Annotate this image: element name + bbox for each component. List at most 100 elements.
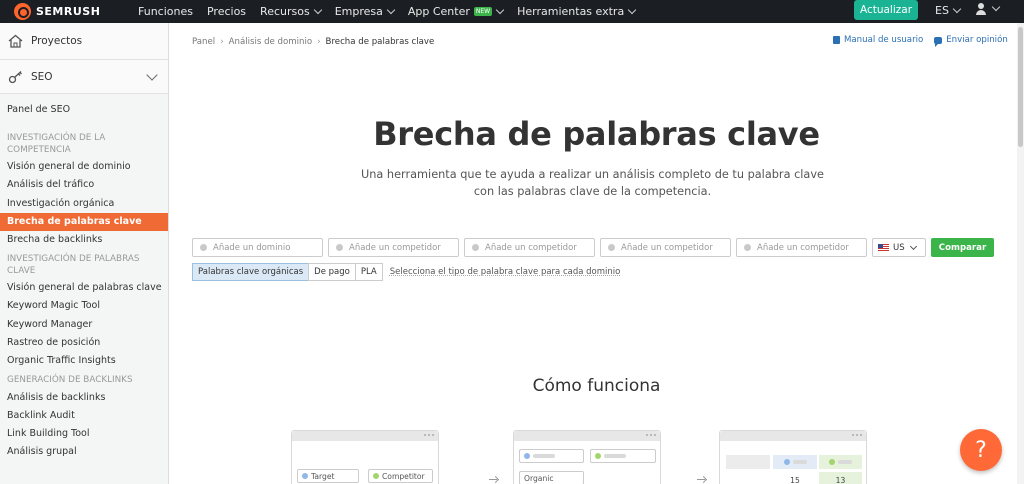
- sidebar-item-bulk-analysis[interactable]: Análisis grupal: [0, 443, 168, 461]
- sidebar-item-keyword-overview[interactable]: Visión general de palabras clave: [0, 279, 168, 297]
- sidebar-section-seo[interactable]: SEO: [0, 60, 168, 94]
- dot-icon: [524, 453, 530, 459]
- competitor-dot-icon: [472, 244, 479, 251]
- chevron-right-icon: ›: [220, 37, 224, 47]
- sidebar-item-backlink-audit[interactable]: Backlink Audit: [0, 407, 168, 425]
- nav-empresa[interactable]: Empresa: [334, 5, 396, 18]
- page-subtitle: Una herramienta que te ayuda a realizar …: [360, 168, 824, 198]
- sidebar-item-keyword-gap[interactable]: Brecha de palabras clave: [0, 212, 168, 231]
- upgrade-button[interactable]: Actualizar: [854, 0, 918, 20]
- send-feedback-link[interactable]: Enviar opinión: [934, 35, 1008, 47]
- competitor-input[interactable]: [621, 242, 730, 253]
- chevron-down-icon: [627, 5, 637, 14]
- sidebar-item-traffic-analytics[interactable]: Análisis del tráfico: [0, 176, 168, 194]
- competitor-dot-icon: [336, 244, 343, 251]
- home-icon: [8, 34, 23, 48]
- semrush-logo-icon: [14, 3, 31, 20]
- domain-dot-icon: [200, 244, 207, 251]
- illustration-organic-label: Organic: [524, 473, 554, 483]
- arrow-right-icon: [697, 477, 707, 483]
- user-manual-link[interactable]: Manual de usuario: [833, 35, 923, 45]
- competitor-input[interactable]: [349, 242, 458, 253]
- country-label: US: [893, 242, 905, 253]
- breadcrumb-item[interactable]: Análisis de dominio: [229, 37, 312, 47]
- competitor-input[interactable]: [485, 242, 594, 253]
- nav-herramientas-extra[interactable]: Herramientas extra: [517, 5, 637, 18]
- sidebar-item-organic-research[interactable]: Investigación orgánica: [0, 195, 168, 213]
- how-it-works-title: Cómo funciona: [532, 376, 661, 396]
- nav-precios[interactable]: Precios: [207, 5, 246, 18]
- nav-app-center[interactable]: App Center NEW: [408, 5, 505, 18]
- domain-form: US Comparar: [192, 238, 994, 257]
- sidebar-item-domain-overview[interactable]: Visión general de dominio: [0, 158, 168, 176]
- send-feedback-label: Enviar opinión: [946, 35, 1008, 45]
- nav-funciones-label: Funciones: [138, 5, 193, 18]
- sidebar-section-title: GENERACIÓN DE BACKLINKS: [7, 375, 133, 386]
- language-selector[interactable]: ES: [935, 4, 962, 17]
- illustration-card: 15 13: [719, 430, 867, 484]
- competitor-field[interactable]: [736, 238, 867, 257]
- keyword-type-pla[interactable]: PLA: [354, 263, 383, 281]
- keyword-type-organic[interactable]: Palabras clave orgánicas: [192, 263, 310, 281]
- sidebar-item-organic-traffic-insights[interactable]: Organic Traffic Insights: [0, 352, 168, 370]
- sidebar-item-backlink-analytics[interactable]: Análisis de backlinks: [0, 389, 168, 407]
- country-selector[interactable]: US: [872, 238, 926, 257]
- help-button[interactable]: ?: [960, 429, 1002, 471]
- new-badge: NEW: [473, 7, 493, 16]
- sidebar-item-backlink-gap[interactable]: Brecha de backlinks: [0, 231, 168, 249]
- illustration-cell-value: 15: [790, 476, 800, 484]
- user-icon: [976, 3, 986, 15]
- sidebar-section-title: INVESTIGACIÓN DE PALABRAS CLAVE: [7, 254, 140, 276]
- sidebar-item-projects[interactable]: Proyectos: [0, 23, 168, 60]
- dot-icon: [595, 453, 601, 459]
- competitor-field[interactable]: [600, 238, 731, 257]
- logo-text: SEMRUSH: [36, 5, 101, 18]
- illustration-card: Organic: [513, 430, 661, 484]
- competitor-input[interactable]: [757, 242, 866, 253]
- sidebar-seo-label: SEO: [31, 70, 53, 83]
- chevron-down-icon: [313, 5, 322, 14]
- chevron-down-icon: [952, 4, 962, 13]
- nav-recursos[interactable]: Recursos: [260, 5, 322, 18]
- competitor-dot-icon: [608, 244, 615, 251]
- illustration-organic-field: Organic: [519, 471, 584, 484]
- page-title: Brecha de palabras clave: [373, 115, 820, 153]
- chevron-down-icon: [495, 5, 505, 14]
- illustration-field: [590, 449, 656, 463]
- competitor-field[interactable]: [328, 238, 459, 257]
- chevron-down-icon[interactable]: [146, 69, 158, 81]
- illustration-competitor-label: Competitor: [382, 471, 425, 481]
- competitor-field[interactable]: [464, 238, 595, 257]
- compare-button[interactable]: Comparar: [931, 238, 994, 257]
- semrush-logo[interactable]: SEMRUSH: [14, 3, 124, 20]
- scrollbar-thumb[interactable]: [1018, 27, 1023, 147]
- top-nav: SEMRUSH Funciones Precios Recursos Empre…: [0, 0, 1024, 23]
- arrow-right-icon: [489, 477, 499, 483]
- nav-funciones[interactable]: Funciones: [138, 5, 193, 18]
- domain-field[interactable]: [192, 238, 323, 257]
- illustration-target-field: Target: [297, 469, 359, 483]
- nav-recursos-label: Recursos: [260, 5, 310, 18]
- domain-input[interactable]: [213, 242, 322, 253]
- sidebar-item-position-tracking[interactable]: Rastreo de posición: [0, 334, 168, 352]
- dot-icon: [373, 473, 379, 479]
- competitor-dot-icon: [744, 244, 751, 251]
- sidebar-item-projects-label: Proyectos: [31, 35, 83, 47]
- chevron-right-icon: ›: [317, 37, 321, 47]
- illustration-competitor-field: Competitor: [368, 469, 433, 483]
- sidebar: Proyectos SEO Panel de SEO INVESTIGACIÓN…: [0, 23, 169, 484]
- illustration-card: Target Competitor: [291, 430, 439, 484]
- nav-empresa-label: Empresa: [334, 5, 383, 18]
- breadcrumb: Panel › Análisis de dominio › Brecha de …: [192, 37, 434, 47]
- sidebar-item-keyword-manager[interactable]: Keyword Manager: [0, 316, 168, 334]
- user-menu[interactable]: [976, 2, 1001, 15]
- sidebar-item-link-building-tool[interactable]: Link Building Tool: [0, 425, 168, 443]
- scrollbar[interactable]: [1017, 23, 1024, 484]
- chat-icon: [934, 36, 943, 47]
- book-icon: [833, 36, 840, 44]
- breadcrumb-item[interactable]: Panel: [192, 37, 215, 47]
- keyword-type-paid[interactable]: De pago: [308, 263, 356, 281]
- illustration-cell-value: 13: [835, 476, 846, 484]
- sidebar-item-seo-dashboard[interactable]: Panel de SEO: [0, 101, 168, 119]
- sidebar-item-keyword-magic-tool[interactable]: Keyword Magic Tool: [0, 297, 168, 315]
